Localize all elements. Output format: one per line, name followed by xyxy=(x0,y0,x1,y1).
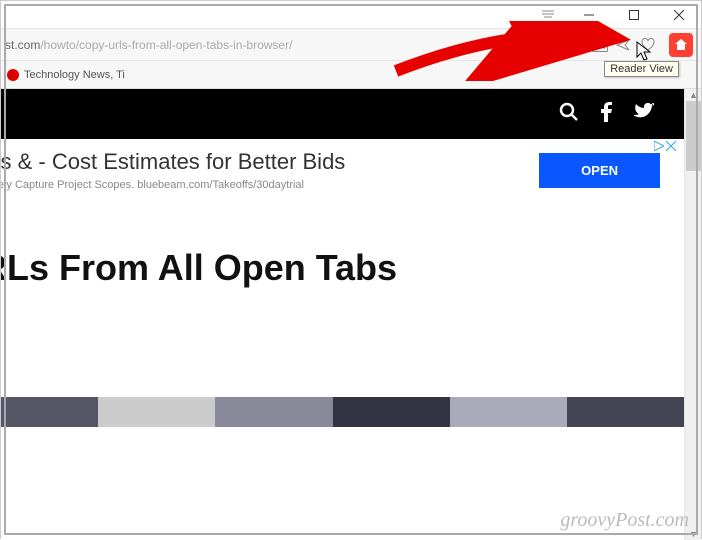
search-icon[interactable] xyxy=(559,102,579,127)
ad-open-button[interactable]: OPEN xyxy=(539,153,660,188)
article-body: y the URLs From All Open Tabs wser 1, 20… xyxy=(1,246,684,427)
bookmark-label: Technology News, Ti xyxy=(24,69,125,81)
maximize-button[interactable] xyxy=(611,1,656,29)
article-title: y the URLs From All Open Tabs wser xyxy=(1,246,684,332)
mouse-cursor xyxy=(636,41,654,63)
content-viewport: akeoffs & - Cost Estimates for Better Bi… xyxy=(1,89,701,540)
advertisement: akeoffs & - Cost Estimates for Better Bi… xyxy=(1,139,684,206)
watermark: groovyPost.com xyxy=(560,509,689,532)
webpage: akeoffs & - Cost Estimates for Better Bi… xyxy=(1,89,684,540)
reader-view-icon[interactable] xyxy=(591,36,609,54)
twitter-icon[interactable] xyxy=(634,103,654,125)
panel-button[interactable] xyxy=(540,6,556,24)
ad-headline[interactable]: akeoffs & - Cost Estimates for Better Bi… xyxy=(1,149,345,175)
bookmarks-toolbar: Technology News, Ti xyxy=(1,61,701,89)
site-header xyxy=(1,89,684,139)
scroll-thumb[interactable] xyxy=(686,101,701,171)
send-tab-icon[interactable] xyxy=(615,36,633,54)
url-host: st.com xyxy=(5,38,40,52)
facebook-icon[interactable] xyxy=(601,102,612,127)
bookmark-favicon xyxy=(7,69,19,81)
scroll-up-arrow[interactable]: ▲ xyxy=(685,89,701,101)
vertical-scrollbar[interactable]: ▲ ▼ xyxy=(684,89,701,540)
home-button[interactable] xyxy=(669,33,693,57)
article-hero-image xyxy=(1,397,684,427)
close-button[interactable] xyxy=(656,1,701,29)
url-field[interactable]: st.com/howto/copy-urls-from-all-open-tab… xyxy=(1,38,585,52)
ad-subline: mprehensively Capture Project Scopes. bl… xyxy=(1,179,345,191)
url-path: /howto/copy-urls-from-all-open-tabs-in-b… xyxy=(40,38,292,52)
bookmark-item[interactable]: Technology News, Ti xyxy=(7,69,125,81)
minimize-button[interactable] xyxy=(566,1,611,29)
ad-choices[interactable] xyxy=(654,141,676,151)
window-titlebar xyxy=(1,1,701,29)
address-bar: st.com/howto/copy-urls-from-all-open-tab… xyxy=(1,29,701,61)
article-date: 1, 2019 xyxy=(1,362,684,377)
reader-view-tooltip: Reader View xyxy=(604,61,679,77)
